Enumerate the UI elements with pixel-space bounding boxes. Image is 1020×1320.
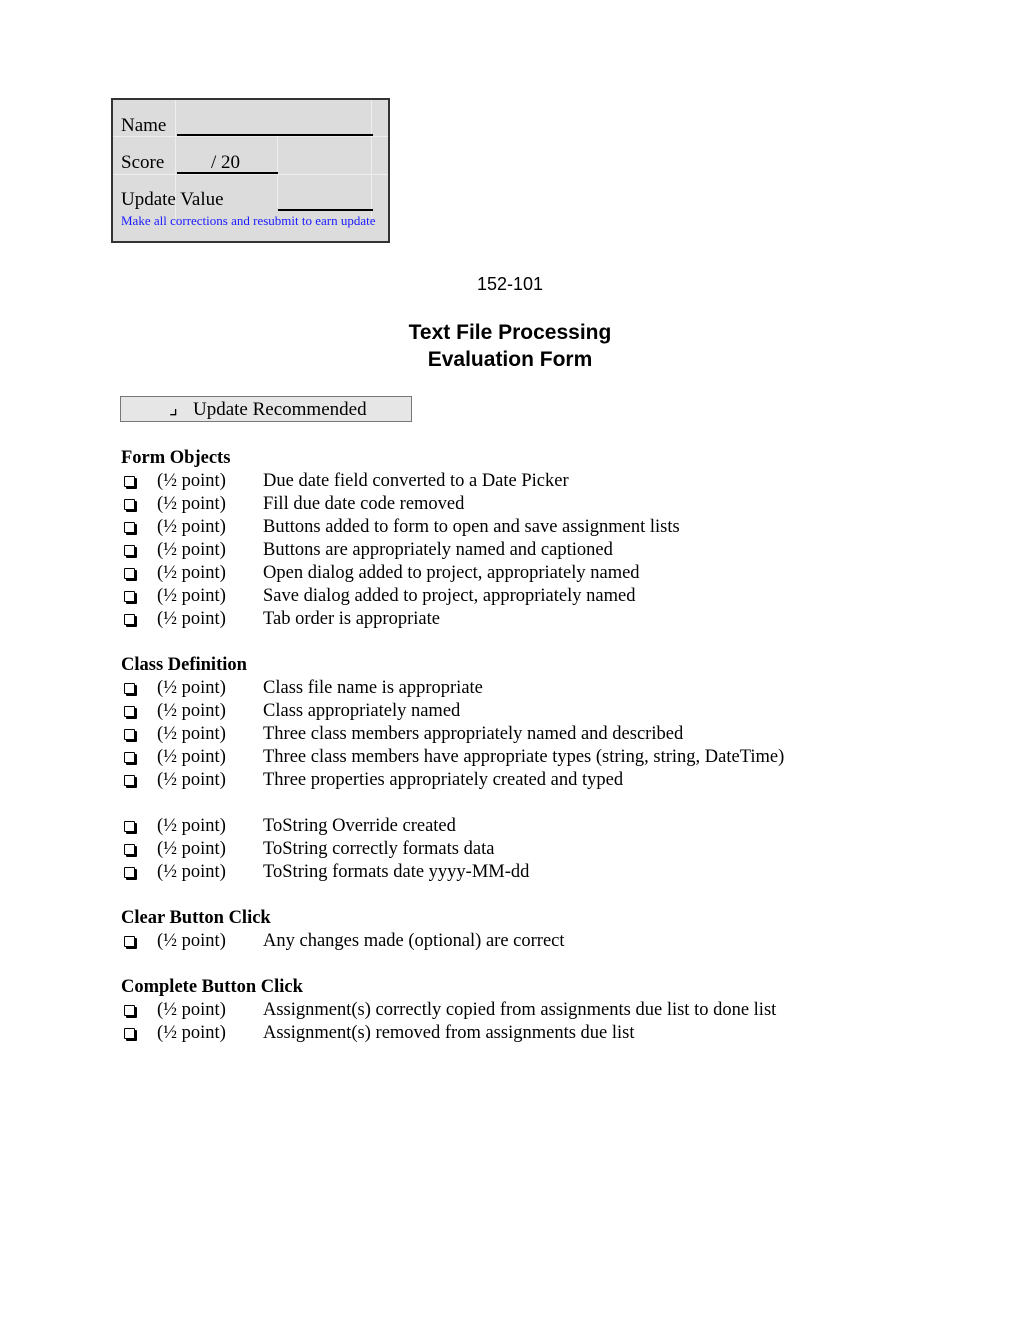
cell-divider: [371, 100, 372, 219]
grading-header-box: Name Score / 20 Update Value Make all co…: [111, 98, 390, 243]
page-title-line1: Text File Processing: [408, 321, 612, 344]
item-points: (½ point): [157, 862, 226, 882]
name-label: Name: [121, 115, 167, 136]
checkbox[interactable]: [124, 591, 135, 602]
section-title-form-objects: Form Objects: [121, 448, 231, 468]
checkbox[interactable]: [124, 522, 135, 533]
checkbox[interactable]: [124, 867, 135, 878]
item-points: (½ point): [157, 540, 226, 560]
item-text: Buttons added to form to open and save a…: [263, 517, 680, 537]
item-points: (½ point): [157, 724, 226, 744]
checkbox[interactable]: [124, 568, 135, 579]
checkbox[interactable]: [124, 614, 135, 625]
item-points: (½ point): [157, 747, 226, 767]
item-points: (½ point): [157, 816, 226, 836]
item-text: Assignment(s) correctly copied from assi…: [263, 1000, 777, 1020]
item-points: (½ point): [157, 1023, 226, 1043]
page-title-line2: Evaluation Form: [427, 348, 593, 371]
score-label: Score: [121, 152, 165, 173]
item-points: (½ point): [157, 586, 226, 606]
item-text: Three class members appropriately named …: [263, 724, 684, 744]
item-text: Save dialog added to project, appropriat…: [263, 586, 636, 606]
checkbox[interactable]: [124, 476, 135, 487]
item-points: (½ point): [157, 1000, 226, 1020]
name-field[interactable]: [177, 134, 373, 136]
item-text: Class appropriately named: [263, 701, 461, 721]
section-title-clear-button-click: Clear Button Click: [121, 908, 271, 928]
item-points: (½ point): [157, 517, 226, 537]
checkbox[interactable]: [124, 499, 135, 510]
checkbox[interactable]: [124, 1005, 135, 1016]
checkbox[interactable]: [124, 752, 135, 763]
course-code: 152-101: [476, 274, 544, 294]
checkbox[interactable]: [124, 706, 135, 717]
cell-divider: [113, 174, 388, 175]
item-text: Fill due date code removed: [263, 494, 465, 514]
checkbox[interactable]: [124, 683, 135, 694]
checkbox[interactable]: [124, 821, 135, 832]
item-text: ToString formats date yyyy-MM-dd: [263, 862, 530, 882]
item-points: (½ point): [157, 609, 226, 629]
check-mark-icon: ⌟: [169, 398, 178, 419]
update-value-label: Update Value: [121, 189, 224, 210]
section-title-class-definition: Class Definition: [121, 655, 247, 675]
item-points: (½ point): [157, 471, 226, 491]
checkbox[interactable]: [124, 1028, 135, 1039]
update-note: Make all corrections and resubmit to ear…: [121, 213, 376, 228]
update-recommended-label: Update Recommended: [193, 399, 367, 420]
item-text: Class file name is appropriate: [263, 678, 483, 698]
score-value: / 20: [211, 152, 241, 173]
item-points: (½ point): [157, 678, 226, 698]
item-text: Due date field converted to a Date Picke…: [263, 471, 569, 491]
update-recommended-box[interactable]: ⌟ Update Recommended: [120, 396, 412, 422]
item-points: (½ point): [157, 931, 226, 951]
checkbox[interactable]: [124, 775, 135, 786]
checkbox[interactable]: [124, 545, 135, 556]
item-text: Three class members have appropriate typ…: [263, 747, 785, 767]
item-points: (½ point): [157, 839, 226, 859]
checkbox[interactable]: [124, 936, 135, 947]
checkbox[interactable]: [124, 844, 135, 855]
checkbox[interactable]: [124, 729, 135, 740]
update-value-field[interactable]: [278, 209, 373, 211]
item-text: Three properties appropriately created a…: [263, 770, 624, 790]
item-text: ToString Override created: [263, 816, 456, 836]
item-text: ToString correctly formats data: [263, 839, 495, 859]
item-text: Assignment(s) removed from assignments d…: [263, 1023, 635, 1043]
item-points: (½ point): [157, 770, 226, 790]
item-text: Tab order is appropriate: [263, 609, 440, 629]
item-points: (½ point): [157, 494, 226, 514]
score-field[interactable]: [177, 172, 278, 174]
item-text: Any changes made (optional) are correct: [263, 931, 565, 951]
item-points: (½ point): [157, 563, 226, 583]
item-text: Buttons are appropriately named and capt…: [263, 540, 613, 560]
section-title-complete-button-click: Complete Button Click: [121, 977, 303, 997]
item-points: (½ point): [157, 701, 226, 721]
item-text: Open dialog added to project, appropriat…: [263, 563, 640, 583]
